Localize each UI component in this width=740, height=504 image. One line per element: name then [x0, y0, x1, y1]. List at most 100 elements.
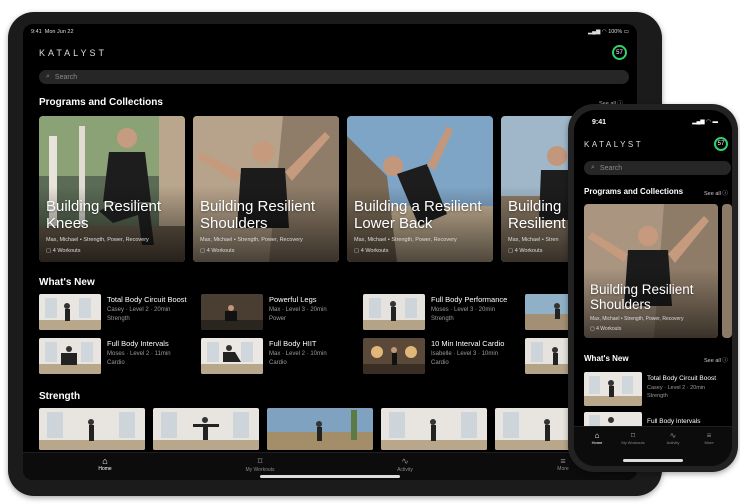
search-input[interactable]: ⌕ Search: [39, 70, 629, 84]
wifi-icon: ◠: [601, 29, 607, 35]
calendar-icon: ▢: [200, 248, 206, 254]
calendar-icon: ▢: [508, 248, 514, 254]
signal-icon: ▂▄▆: [587, 29, 601, 35]
workout-meta: Moses · Level 3 · 20min Strength: [431, 307, 496, 322]
strength-thumbnail[interactable]: [39, 408, 145, 450]
workout-title: Full Body Performance: [431, 295, 508, 304]
tab-my-workouts[interactable]: ⌑ My Workouts: [235, 456, 285, 473]
tab-home[interactable]: ⌂ Home: [85, 456, 125, 472]
program-card[interactable]: Building a Resilient Lower Back Max, Mic…: [347, 116, 493, 262]
workout-meta: Casey · Level 2 · 20min Strength: [107, 307, 171, 322]
calendar-icon: ▢: [590, 326, 595, 332]
card-title-line: Building Resilient: [46, 198, 162, 215]
card-title-line: Building Resilient: [200, 198, 316, 215]
card-meta: Max, Michael • Stren: [508, 237, 559, 243]
card-meta: Max, Michael • Strength, Power, Recovery: [590, 316, 684, 322]
home-indicator: [623, 459, 683, 462]
see-all-whats-new-link[interactable]: See all ⓘ: [704, 356, 728, 364]
card-title-line: Building a Resilient: [354, 198, 482, 215]
wifi-icon: ◠: [706, 119, 711, 125]
activity-icon: ∿: [669, 431, 677, 440]
workout-title: Full Body Intervals: [107, 339, 169, 348]
program-card-peek[interactable]: [722, 204, 732, 338]
workout-title: Total Body Circuit Boost: [107, 295, 187, 304]
home-icon: ⌂: [102, 456, 108, 466]
card-title-line: Lower Back: [354, 215, 433, 232]
workout-thumbnail: [39, 338, 101, 374]
search-icon: ⌕: [46, 73, 50, 80]
tab-activity[interactable]: ∿ Activity: [660, 431, 686, 445]
status-time: 9:41: [592, 119, 607, 126]
activity-ring-button[interactable]: 57: [714, 137, 728, 151]
workout-thumbnail: [363, 294, 425, 330]
program-card[interactable]: Building Resilient Shoulders Max, Michae…: [584, 204, 718, 338]
workout-title: 10 Min Interval Cardio: [431, 339, 505, 348]
bookmark-icon: ⌑: [257, 456, 263, 466]
workout-item[interactable]: Powerful Legs Max · Level 3 · 20min Power: [201, 294, 359, 332]
tab-more[interactable]: ≡ More: [696, 431, 722, 445]
program-card[interactable]: Building Resilient Knees Max, Michael • …: [39, 116, 185, 262]
workout-item[interactable]: Full Body Performance Moses · Level 3 · …: [363, 294, 521, 332]
signal-icon: ▂▄▆: [692, 119, 705, 125]
section-title-whats-new: What's New: [584, 354, 629, 363]
workout-thumbnail: [201, 294, 263, 330]
workout-meta: Isabelle · Level 3 · 10min Cardio: [431, 351, 499, 366]
tab-my-workouts[interactable]: ⌑ My Workouts: [616, 431, 650, 445]
see-all-programs-link[interactable]: See all ⓘ: [704, 189, 728, 197]
app-logo: KATALYST: [584, 140, 644, 149]
workout-item[interactable]: Total Body Circuit Boost Casey · Level 2…: [584, 372, 732, 406]
search-input[interactable]: ⌕ Search: [584, 161, 731, 175]
card-workouts: ▢ 4 Workouts: [200, 248, 235, 254]
status-time: 9:41 Mon Jun 22: [31, 29, 74, 35]
workout-meta: Max · Level 3 · 20min Power: [269, 307, 327, 322]
status-icons: ▂▄▆ ◠ ▬: [692, 119, 718, 125]
workout-item[interactable]: Total Body Circuit Boost Casey · Level 2…: [39, 294, 197, 332]
battery-icon: ▬: [712, 119, 719, 125]
workout-thumbnail: [39, 294, 101, 330]
workout-thumbnail: [363, 338, 425, 374]
card-title-line: Knees: [46, 215, 89, 232]
strength-thumbnail[interactable]: [381, 408, 487, 450]
home-indicator: [260, 475, 400, 478]
tab-home[interactable]: ⌂ Home: [584, 431, 610, 445]
workout-item[interactable]: Full Body HIIT Max · Level 2 · 10min Card…: [201, 338, 359, 376]
card-title-line: Building: [508, 198, 562, 215]
workout-meta: Max · Level 2 · 10min Cardio: [269, 351, 327, 366]
menu-icon: ≡: [706, 431, 712, 440]
battery-icon: ▭: [623, 29, 629, 35]
section-title-strength: Strength: [39, 391, 81, 402]
tab-bar: ⌂ Home ⌑ My Workouts ∿ Activity ≡ More: [23, 452, 637, 480]
card-title-line: Building Resilient: [590, 282, 694, 297]
tablet-screen: 9:41 Mon Jun 22 ▂▄▆ ◠ 100% ▭ KATALYST 57…: [23, 24, 637, 480]
section-title-programs: Programs and Collections: [584, 187, 684, 196]
strength-thumbnail[interactable]: [153, 408, 259, 450]
workout-item[interactable]: Full Body Intervals Moses · Level 2 · 11…: [39, 338, 197, 376]
card-title-line: Shoulders: [590, 297, 651, 312]
card-workouts: ▢ 4 Workouts: [590, 326, 622, 332]
workout-thumbnail: [584, 372, 642, 406]
tab-activity[interactable]: ∿ Activity: [385, 456, 425, 473]
workout-title: Total Body Circuit Boost: [647, 375, 717, 382]
workout-title: Full Body Intervals: [647, 418, 701, 425]
card-meta: Max, Michael • Strength, Power, Recovery: [354, 237, 457, 243]
card-title-line: Resilient: [508, 215, 566, 232]
calendar-icon: ▢: [46, 248, 52, 254]
strength-thumbnail[interactable]: [267, 408, 373, 450]
program-card[interactable]: Building Resilient Shoulders Max, Michae…: [193, 116, 339, 262]
card-meta: Max, Michael • Strength, Power, Recovery: [200, 237, 303, 243]
workout-title: Full Body HIIT: [269, 339, 317, 348]
workout-item[interactable]: 10 Min Interval Cardio Isabelle · Level …: [363, 338, 521, 376]
strength-row: [39, 408, 637, 450]
card-workouts: ▢ 4 Workouts: [508, 248, 543, 254]
home-icon: ⌂: [594, 431, 600, 440]
calendar-icon: ▢: [354, 248, 360, 254]
activity-ring-button[interactable]: 57: [612, 45, 627, 60]
app-logo: KATALYST: [39, 48, 108, 58]
search-icon: ⌕: [591, 164, 595, 171]
card-workouts: ▢ 4 Workouts: [46, 248, 81, 254]
workout-meta: Moses · Level 2 · 11min Cardio: [107, 351, 171, 366]
bookmark-icon: ⌑: [630, 431, 636, 440]
workout-title: Powerful Legs: [269, 295, 317, 304]
section-title-programs: Programs and Collections: [39, 97, 163, 108]
workout-thumbnail: [201, 338, 263, 374]
